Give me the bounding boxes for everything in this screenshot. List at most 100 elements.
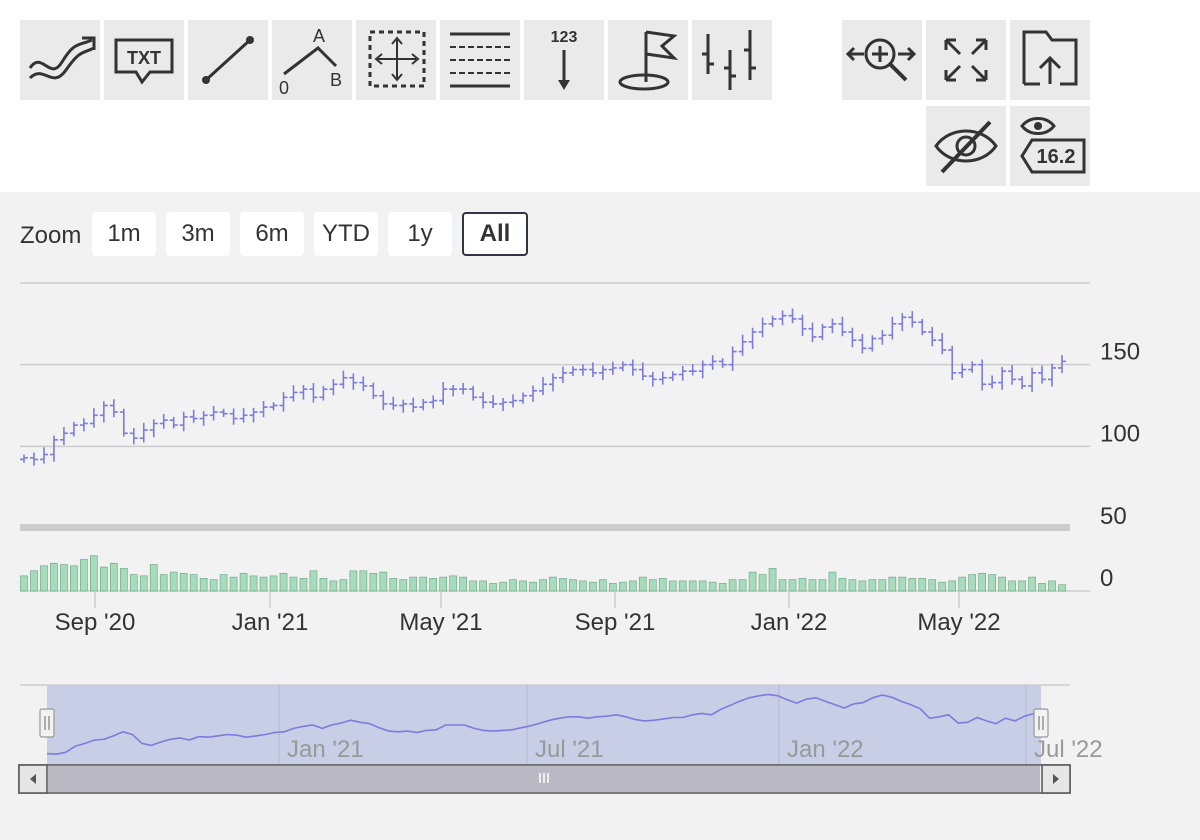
volume-bar	[978, 573, 987, 592]
ohlc-bar	[129, 428, 138, 445]
volume-bar	[80, 559, 88, 592]
current-price-indicator-button[interactable]: 16.2	[1010, 106, 1090, 186]
zoom-button-1y[interactable]: 1y	[388, 212, 452, 256]
indicators-button[interactable]	[20, 20, 100, 100]
origin-label: 0	[279, 78, 289, 98]
measure-ab-icon: A B 0	[279, 26, 342, 98]
ohlc-bar	[878, 330, 887, 345]
volume-bar	[998, 576, 1006, 592]
ohlc-bar	[469, 385, 478, 401]
volume-bar	[928, 579, 937, 592]
hide-annotations-button[interactable]	[926, 106, 1006, 186]
volume-bar	[778, 579, 787, 592]
ohlc-bar	[39, 447, 48, 464]
ohlc-bar	[748, 327, 757, 349]
pane-separator[interactable]	[20, 524, 1070, 531]
toolbar: TXT A B 0 123 16.2	[0, 0, 1200, 192]
ohlc-bar	[558, 366, 567, 383]
ohlc-bar	[239, 408, 248, 423]
navigator-handle-right[interactable]	[1033, 708, 1049, 738]
current-price-indicator-icon: 16.2	[1020, 117, 1086, 174]
ohlc-series-button[interactable]	[692, 20, 772, 100]
volume-bar	[159, 574, 168, 592]
volume-bar	[968, 574, 977, 592]
volume-bar	[139, 575, 148, 592]
ohlc-bar	[1018, 376, 1027, 390]
volume-bar	[369, 573, 378, 592]
line-segment-icon	[202, 36, 254, 84]
ohlc-bar	[848, 327, 857, 348]
zoom-button-1m[interactable]: 1m	[92, 212, 156, 256]
handle-body[interactable]	[1033, 708, 1049, 738]
text-annotation-icon: TXT	[114, 38, 174, 85]
volume-bar	[788, 579, 797, 592]
volume-bar	[569, 579, 577, 592]
zoom-button-3m[interactable]: 3m	[166, 212, 230, 256]
parallel-lines-button[interactable]	[440, 20, 520, 100]
volume-bar	[219, 574, 228, 592]
ohlc-bar	[20, 454, 28, 463]
volume-bar	[589, 581, 597, 592]
zoom-button-6m[interactable]: 6m	[240, 212, 304, 256]
volume-bar	[559, 578, 567, 592]
volume-bar	[499, 581, 507, 592]
volume-bar	[489, 583, 497, 592]
handle-body[interactable]	[39, 708, 55, 738]
volume-bar	[609, 583, 617, 592]
ohlc-bar	[319, 385, 328, 401]
ohlc-bar	[668, 371, 677, 381]
volume-bar	[229, 576, 238, 592]
point-a-label: A	[313, 26, 325, 46]
line-segment-button[interactable]	[188, 20, 268, 100]
ohlc-bar	[149, 419, 158, 438]
navigator-handle-left[interactable]	[39, 708, 55, 738]
ohlc-bar	[209, 405, 218, 421]
volume-bar	[479, 580, 487, 592]
text-annotation-button[interactable]: TXT	[104, 20, 184, 100]
ohlc-bar	[49, 435, 58, 462]
ohlc-bar	[219, 408, 228, 417]
zoom-button-all[interactable]: All	[462, 212, 528, 256]
volume-bar	[329, 580, 338, 592]
ohlc-bar	[159, 413, 168, 429]
volume-bar	[828, 571, 837, 592]
ohlc-bar	[768, 315, 777, 328]
measure-ab-button[interactable]: A B 0	[272, 20, 352, 100]
flag-button[interactable]	[608, 20, 688, 100]
crosshair-rectangle-button[interactable]	[356, 20, 436, 100]
ohlc-bar	[688, 364, 697, 376]
volume-bar	[269, 575, 278, 592]
vertical-counter-button[interactable]: 123	[524, 20, 604, 100]
ohlc-bar	[778, 310, 787, 326]
volume-bar	[658, 578, 667, 592]
ohlc-bar	[389, 396, 398, 410]
volume-bar	[708, 581, 717, 592]
zoom-change-button[interactable]	[842, 20, 922, 100]
volume-bar	[618, 581, 627, 592]
volume-bar	[249, 575, 258, 592]
ohlc-bar	[429, 395, 438, 409]
volume-bar	[379, 571, 388, 592]
ohlc-bar	[499, 397, 508, 412]
volume-bar	[199, 578, 208, 592]
volume-bar	[898, 576, 907, 592]
ohlc-bar	[459, 382, 468, 395]
ohlc-bar	[938, 332, 947, 355]
ohlc-bar	[299, 384, 308, 400]
ohlc-bar	[359, 376, 368, 392]
volume-bar	[389, 578, 398, 592]
stock-chart[interactable]: 100 150 0 50 Sep '20 Jan '21 May '21 Sep '21 Jan…	[0, 270, 1200, 810]
zoom-button-ytd[interactable]: YTD	[314, 212, 378, 256]
ohlc-bar	[728, 346, 737, 371]
ohlc-bar	[169, 416, 178, 429]
ohlc-bar	[738, 334, 747, 356]
x-tick-label: Jan '22	[751, 609, 828, 636]
volume-bar	[339, 579, 348, 592]
fullscreen-button[interactable]	[926, 20, 1006, 100]
save-chart-button[interactable]	[1010, 20, 1090, 100]
ohlc-bar	[289, 385, 298, 402]
ohlc-bar	[349, 373, 358, 390]
volume-bar	[399, 579, 408, 592]
ohlc-bar	[269, 402, 278, 411]
volume-bar	[1008, 580, 1016, 592]
